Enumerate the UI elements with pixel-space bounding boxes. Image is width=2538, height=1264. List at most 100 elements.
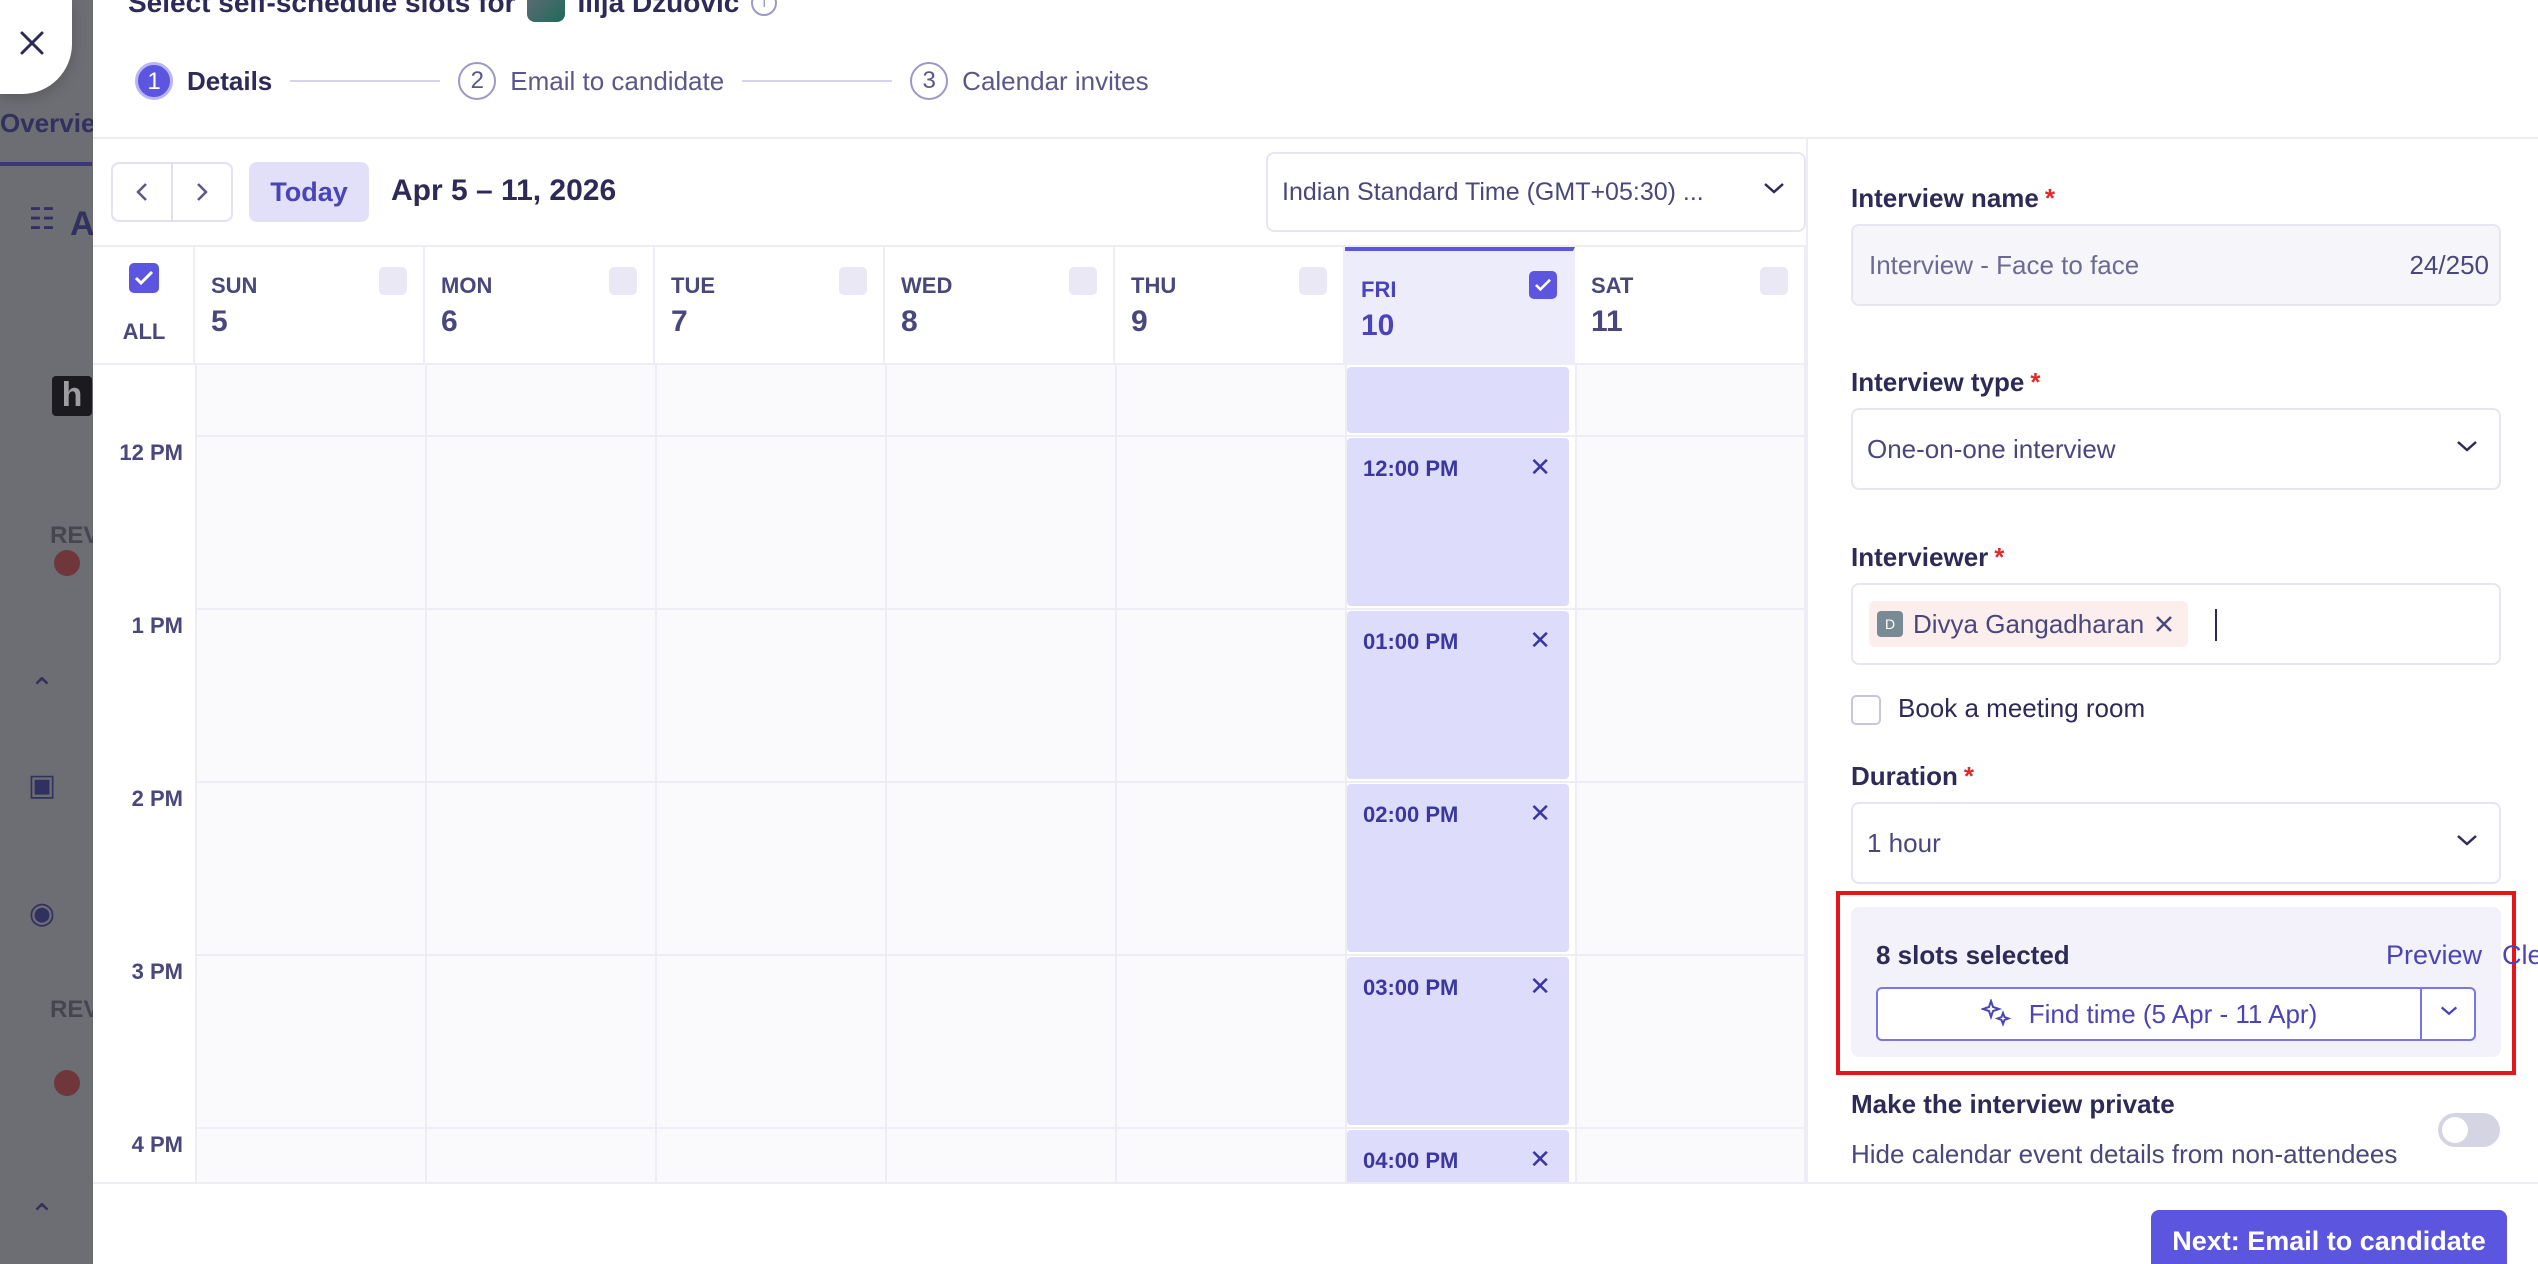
time-slot[interactable]: 01:00 PM ✕ — [1347, 611, 1569, 779]
chevron-down-icon — [1764, 183, 1784, 194]
day-header-sat[interactable]: SAT 11 — [1575, 247, 1806, 365]
interviewer-chip: D Divya Gangadharan — [1869, 601, 2189, 647]
day-header-mon[interactable]: MON 6 — [425, 247, 655, 365]
day-checkbox[interactable] — [609, 267, 637, 295]
required-mark: * — [2044, 183, 2055, 213]
info-icon[interactable]: i — [751, 0, 778, 16]
step-details[interactable]: 1 Details — [135, 62, 272, 100]
step-label: Details — [187, 65, 273, 96]
interview-name-input[interactable]: Interview - Face to face 24/250 — [1851, 224, 2501, 306]
required-mark: * — [2030, 367, 2041, 397]
step-number: 1 — [135, 62, 173, 100]
duration-value: 1 hour — [1867, 828, 1941, 858]
column-line — [1575, 365, 1577, 1182]
check-icon — [134, 270, 154, 286]
day-name: FRI — [1361, 277, 1397, 302]
step-label: Calendar invites — [962, 65, 1149, 96]
day-name: SUN — [211, 273, 258, 298]
schedule-modal: Select self-schedule slots for Ilija Dzu… — [93, 0, 2538, 1264]
step-email-to-candidate[interactable]: 2 Email to candidate — [458, 62, 724, 100]
candidate-avatar — [527, 0, 566, 22]
chevron-left-icon — [136, 183, 147, 201]
step-connector — [290, 80, 441, 82]
meeting-room-label[interactable]: Book a meeting room — [1898, 693, 2145, 724]
select-all-checkbox[interactable] — [129, 263, 159, 293]
day-checkbox[interactable] — [379, 267, 407, 295]
preview-link[interactable]: Preview — [2386, 940, 2482, 971]
column-line — [655, 365, 657, 1182]
day-header-wed[interactable]: WED 8 — [885, 247, 1115, 365]
next-week-button[interactable] — [171, 162, 233, 222]
remove-slot-icon[interactable]: ✕ — [1529, 798, 1551, 829]
remove-slot-icon[interactable]: ✕ — [1529, 452, 1551, 483]
interview-type-select[interactable]: One-on-one interview — [1851, 408, 2501, 490]
step-connector — [742, 80, 893, 82]
timezone-select[interactable]: Indian Standard Time (GMT+05:30) ... — [1266, 152, 1806, 232]
column-line — [885, 365, 887, 1182]
column-line — [425, 365, 427, 1182]
find-time-button[interactable]: Find time (5 Apr - 11 Apr) — [1878, 989, 2422, 1039]
character-count: 24/250 — [2409, 250, 2489, 280]
find-time-label: Find time (5 Apr - 11 Apr) — [2028, 998, 2318, 1029]
day-checkbox[interactable] — [1069, 267, 1097, 295]
timezone-value: Indian Standard Time (GMT+05:30) ... — [1282, 178, 1704, 206]
day-name: SAT — [1591, 273, 1634, 298]
chevron-right-icon — [197, 183, 208, 201]
private-title: Make the interview private — [1851, 1089, 2175, 1119]
close-icon — [20, 31, 44, 55]
chevron-down-icon[interactable] — [2438, 1003, 2460, 1019]
time-slot[interactable]: 03:00 PM ✕ — [1347, 957, 1569, 1125]
duration-select[interactable]: 1 hour — [1851, 802, 2501, 884]
day-number: 5 — [211, 305, 228, 338]
today-button[interactable]: Today — [249, 162, 369, 222]
text-cursor — [2215, 609, 2217, 641]
day-header-sun[interactable]: SUN 5 — [195, 247, 425, 365]
step-calendar-invites[interactable]: 3 Calendar invites — [910, 62, 1149, 100]
day-checkbox[interactable] — [1760, 267, 1788, 295]
day-number: 8 — [901, 305, 918, 338]
slot-time: 02:00 PM — [1363, 802, 1459, 827]
day-checkbox[interactable] — [839, 267, 867, 295]
remove-interviewer-icon[interactable] — [2154, 614, 2174, 634]
previous-week-button[interactable] — [111, 162, 173, 222]
hour-label: 4 PM — [131, 1132, 183, 1157]
day-header-thu[interactable]: THU 9 — [1115, 247, 1345, 365]
step-number: 2 — [458, 62, 497, 100]
chevron-down-icon — [2457, 835, 2477, 846]
grid-background-sat — [1577, 365, 1806, 1182]
modal-title-prefix: Select self-schedule slots for — [128, 0, 516, 18]
private-toggle[interactable] — [2438, 1113, 2500, 1147]
clear-link[interactable]: Clear — [2502, 940, 2538, 971]
label-text: Interview name — [1851, 183, 2039, 213]
day-checkbox[interactable] — [1299, 267, 1327, 295]
hour-line — [195, 608, 1806, 610]
sparkle-icon — [1980, 999, 2011, 1027]
calendar-toolbar: Today Apr 5 – 11, 2026 Indian Standard T… — [111, 152, 1806, 232]
time-slot[interactable]: 02:00 PM ✕ — [1347, 784, 1569, 952]
remove-slot-icon[interactable]: ✕ — [1529, 971, 1551, 1002]
label-text: Interview type — [1851, 367, 2025, 397]
day-header-fri[interactable]: FRI 10 — [1345, 247, 1575, 365]
day-number: 6 — [441, 305, 458, 338]
time-slot[interactable]: 04:00 PM ✕ — [1347, 1130, 1569, 1182]
time-slot[interactable]: 12:00 PM ✕ — [1347, 438, 1569, 606]
week-calendar: ALL SUN 5 MON 6 TUE 7 WED 8 THU 9 FRI 10… — [93, 245, 1806, 1182]
interviewer-avatar: D — [1877, 611, 1903, 637]
day-header-tue[interactable]: TUE 7 — [655, 247, 885, 365]
footer-divider — [93, 1182, 2538, 1184]
select-all-column: ALL — [93, 247, 195, 365]
details-form: Interview name * Interview - Face to face… — [1806, 139, 2538, 1184]
time-slot[interactable] — [1347, 367, 1569, 433]
hour-line — [195, 435, 1806, 437]
meeting-room-checkbox[interactable] — [1851, 695, 1881, 725]
interviewer-input[interactable]: D Divya Gangadharan — [1851, 583, 2501, 665]
remove-slot-icon[interactable]: ✕ — [1529, 1144, 1551, 1175]
grid-background — [197, 365, 1345, 1182]
next-email-button[interactable]: Next: Email to candidate — [2151, 1210, 2507, 1264]
private-subtitle: Hide calendar event details from non-att… — [1851, 1139, 2398, 1169]
date-range-label: Apr 5 – 11, 2026 — [391, 174, 617, 207]
hour-label: 12 PM — [119, 440, 183, 465]
step-number: 3 — [910, 62, 949, 100]
day-checkbox[interactable] — [1529, 271, 1557, 299]
remove-slot-icon[interactable]: ✕ — [1529, 625, 1551, 656]
